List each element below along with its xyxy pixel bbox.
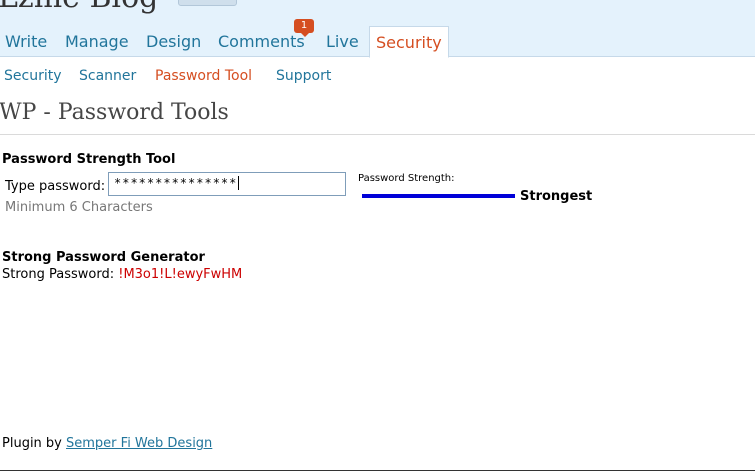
tab-live[interactable]: Live bbox=[326, 26, 359, 56]
tab-comments[interactable]: Comments bbox=[218, 26, 305, 56]
footer-prefix: Plugin by bbox=[2, 436, 62, 451]
submenu-support[interactable]: Support bbox=[276, 68, 331, 84]
footer: Plugin by Semper Fi Web Design bbox=[2, 436, 212, 451]
strength-value: Strongest bbox=[520, 189, 593, 204]
strength-label: Password Strength: bbox=[358, 173, 455, 184]
divider bbox=[0, 134, 755, 135]
tab-security[interactable]: Security bbox=[369, 26, 449, 58]
submenu-security[interactable]: Security bbox=[4, 68, 62, 84]
blog-title[interactable]: Lzme Blog bbox=[0, 0, 158, 15]
generated-password: !M3o1!L!ewyFwHM bbox=[118, 267, 243, 282]
bottom-border bbox=[0, 470, 755, 471]
generator-title: Strong Password Generator bbox=[2, 250, 205, 265]
strength-bar bbox=[362, 194, 515, 198]
password-value: *************** bbox=[114, 176, 238, 190]
type-password-label: Type password: bbox=[5, 179, 106, 194]
tab-write[interactable]: Write bbox=[5, 26, 47, 56]
submenu-password-tool[interactable]: Password Tool bbox=[155, 68, 252, 84]
generated-password-row: Strong Password: !M3o1!L!ewyFwHM bbox=[2, 267, 242, 282]
text-cursor: ​ bbox=[238, 176, 240, 190]
generated-password-label: Strong Password: bbox=[2, 267, 115, 282]
visit-site-button[interactable] bbox=[178, 0, 237, 6]
footer-link[interactable]: Semper Fi Web Design bbox=[66, 436, 212, 451]
tab-manage[interactable]: Manage bbox=[65, 26, 129, 56]
password-input[interactable]: ***************​ bbox=[108, 172, 346, 196]
password-hint: Minimum 6 Characters bbox=[5, 200, 153, 215]
page-title: WP - Password Tools bbox=[0, 100, 229, 125]
comments-count-badge: 1 bbox=[294, 19, 314, 37]
tab-design[interactable]: Design bbox=[146, 26, 201, 56]
submenu-scanner[interactable]: Scanner bbox=[79, 68, 136, 84]
admin-header: Lzme Blog Write Manage Design Comments L… bbox=[0, 0, 755, 58]
strength-tool-title: Password Strength Tool bbox=[2, 152, 176, 167]
